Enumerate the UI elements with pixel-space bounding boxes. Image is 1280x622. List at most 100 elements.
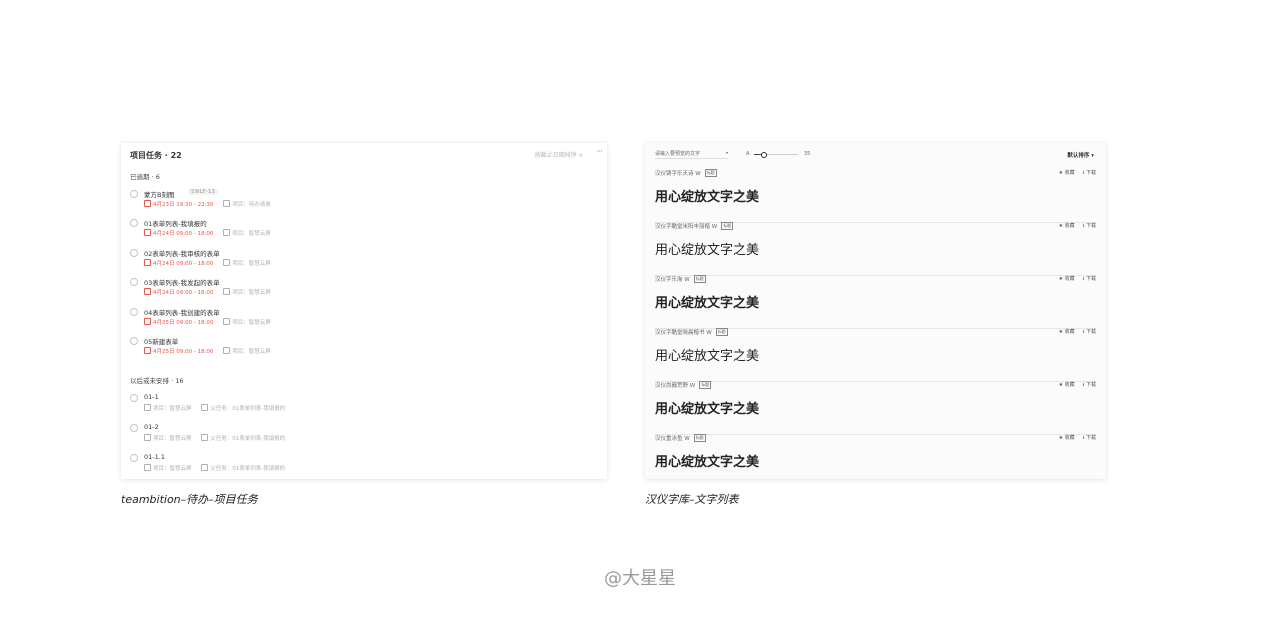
task-project: 项目：智慧云屏: [232, 261, 271, 267]
project-icon: [223, 318, 231, 325]
task-checkbox[interactable]: [130, 190, 138, 198]
task-checkbox[interactable]: [130, 249, 138, 257]
task-checkbox[interactable]: [130, 219, 138, 227]
download-button[interactable]: ⭳ 下载: [1083, 276, 1096, 282]
preview-text-input[interactable]: 请输入要预览的文字 ▾: [655, 150, 728, 159]
font-actions: ★ 收藏 ⭳ 下载: [1051, 328, 1096, 337]
project-icon: [223, 347, 231, 354]
task-item[interactable]: 01-1 项目：智慧云屏 父任务：01表单列表-我填报的: [130, 393, 590, 417]
hanyi-font-list-panel: 请输入要预览的文字 ▾ A 35 默认排序 ▾ 汉仪铸字乐天诗 W 标题 ★ 收藏…: [645, 143, 1106, 479]
task-meta: 4月24日 09:00 - 18:00 项目：智慧云屏: [144, 259, 271, 267]
task-item[interactable]: 03表单列表-我发起的表单 4月24日 09:00 - 18:00 项目：智慧云…: [130, 277, 590, 301]
task-parent: 父任务：01表单列表-我填报的: [210, 466, 286, 472]
calendar-icon: [144, 200, 151, 207]
download-button[interactable]: ⭳ 下载: [1083, 170, 1096, 176]
sort-dropdown[interactable]: 按截止日期排序 ∨: [535, 150, 583, 159]
font-badge: 标题: [693, 434, 706, 442]
collect-button[interactable]: ★ 收藏: [1059, 223, 1075, 229]
task-checkbox[interactable]: [130, 278, 138, 286]
font-actions: ★ 收藏 ⭳ 下载: [1051, 434, 1096, 443]
font-badge: 标题: [721, 222, 734, 230]
collect-button[interactable]: ★ 收藏: [1059, 382, 1075, 388]
task-date: 4月23日 19:30 - 22:30: [153, 202, 214, 208]
task-project: 项目：智慧云屏: [232, 290, 271, 296]
caption-right: 汉仪字库–文字列表: [645, 493, 739, 506]
download-button[interactable]: ⭳ 下载: [1083, 223, 1096, 229]
font-list-item[interactable]: 汉仪铸字乐天诗 W 标题 ★ 收藏 ⭳ 下载 用心绽放文字之美: [655, 169, 1096, 223]
task-name: 04表单列表-我创建的表单: [144, 309, 220, 317]
task-checkbox[interactable]: [130, 337, 138, 345]
subtask-icon: [201, 434, 209, 441]
task-item[interactable]: 蒙方B刻图 59ILF-13 4月23日 19:30 - 22:30 项目：待办…: [130, 189, 590, 213]
project-icon: [223, 259, 231, 266]
task-item[interactable]: 01-2 项目：智慧云屏 父任务：01表单列表-我填报的: [130, 423, 590, 447]
font-name: 汉仪尚巍荒野 W 标题: [655, 381, 712, 389]
collect-button[interactable]: ★ 收藏: [1059, 435, 1075, 441]
font-list-item[interactable]: 汉仪字酷堂米阳丰丽楷 W 标题 ★ 收藏 ⭳ 下载 用心绽放文字之美: [655, 222, 1096, 276]
task-name: 蒙方B刻图: [144, 191, 175, 199]
calendar-icon: [144, 288, 151, 295]
task-project: 项目：智慧云屏: [153, 406, 192, 412]
calendar-icon: [144, 259, 151, 266]
task-checkbox[interactable]: [130, 424, 138, 432]
task-project: 项目：智慧云屏: [232, 349, 271, 355]
font-list-item[interactable]: 汉仪字乐淘 W 标题 ★ 收藏 ⭳ 下载 用心绽放文字之美: [655, 275, 1096, 329]
task-meta: 4月25日 09:00 - 18:00 项目：智慧云屏: [144, 347, 271, 355]
task-item[interactable]: 02表单列表-我审核的表单 4月24日 09:00 - 18:00 项目：智慧云…: [130, 248, 590, 272]
font-badge: 标题: [693, 275, 706, 283]
collect-button[interactable]: ★ 收藏: [1059, 170, 1075, 176]
task-parent: 父任务：01表单列表-我填报的: [210, 436, 286, 442]
font-size-slider-handle[interactable]: [761, 152, 767, 158]
project-icon: [223, 229, 231, 236]
task-checkbox[interactable]: [130, 308, 138, 316]
font-name: 汉仪铸字乐天诗 W 标题: [655, 169, 717, 177]
font-name: 汉仪字酷堂晓晨楷书 W 标题: [655, 328, 728, 336]
group-header-later[interactable]: 以后或未安排 · 16: [130, 375, 183, 385]
task-date: 4月24日 09:00 - 18:00: [153, 231, 214, 237]
task-checkbox[interactable]: [130, 394, 138, 402]
task-name: 03表单列表-我发起的表单: [144, 279, 220, 287]
task-tag: 59ILF-13: [188, 189, 218, 195]
font-actions: ★ 收藏 ⭳ 下载: [1051, 169, 1096, 178]
task-meta: 项目：智慧云屏 父任务：01表单列表-我填报的: [144, 404, 285, 412]
download-button[interactable]: ⭳ 下载: [1083, 329, 1096, 335]
font-actions: ★ 收藏 ⭳ 下载: [1051, 381, 1096, 390]
font-actions: ★ 收藏 ⭳ 下载: [1051, 275, 1096, 284]
font-sample: 用心绽放文字之美: [655, 402, 760, 417]
font-name: 汉仪字酷堂米阳丰丽楷 W 标题: [655, 222, 734, 230]
task-date: 4月24日 09:00 - 18:00: [153, 261, 214, 267]
subtask-icon: [201, 404, 209, 411]
project-icon: [144, 404, 151, 411]
task-name: 02表单列表-我审核的表单: [144, 250, 220, 258]
font-list-item[interactable]: 汉仪尚巍荒野 W 标题 ★ 收藏 ⭳ 下载 用心绽放文字之美: [655, 381, 1096, 435]
sort-dropdown[interactable]: 默认排序 ▾: [1067, 151, 1094, 159]
task-date: 4月25日 09:00 - 18:00: [153, 349, 214, 355]
chevron-down-icon[interactable]: ▾: [726, 150, 728, 155]
task-item[interactable]: 01表单列表-我填报的 4月24日 09:00 - 18:00 项目：智慧云屏: [130, 218, 590, 242]
collect-button[interactable]: ★ 收藏: [1059, 329, 1075, 335]
task-meta: 4月23日 19:30 - 22:30 项目：待办清单: [144, 200, 271, 208]
author-watermark: @大星星: [604, 568, 676, 589]
task-name: 05新建表单: [144, 338, 179, 346]
collect-button[interactable]: ★ 收藏: [1059, 276, 1075, 282]
task-project: 项目：智慧云屏: [232, 231, 271, 237]
task-meta: 项目：智慧云屏 父任务：01表单列表-我填报的: [144, 434, 285, 442]
task-item[interactable]: 05新建表单 4月25日 09:00 - 18:00 项目：智慧云屏: [130, 336, 590, 360]
calendar-icon: [144, 347, 151, 354]
download-button[interactable]: ⭳ 下载: [1083, 382, 1096, 388]
more-icon[interactable]: ···: [596, 147, 603, 157]
task-name: 01-1.1: [144, 453, 165, 461]
font-list-item[interactable]: 汉仪重冰鱼 W 标题 ★ 收藏 ⭳ 下载 用心绽放文字之美: [655, 434, 1096, 479]
task-checkbox[interactable]: [130, 454, 138, 462]
task-project: 项目：智慧云屏: [153, 436, 192, 442]
task-item[interactable]: 01-1.1 项目：智慧云屏 父任务：01表单列表-我填报的: [130, 453, 590, 477]
task-name: 01-1: [144, 393, 159, 401]
group-header-overdue[interactable]: 已逾期 · 6: [130, 171, 160, 181]
font-size-label: A: [746, 151, 750, 157]
task-date: 4月24日 09:00 - 18:00: [153, 290, 214, 296]
task-item[interactable]: 04表单列表-我创建的表单 4月25日 09:00 - 18:00 项目：智慧云…: [130, 307, 590, 331]
project-icon: [144, 464, 151, 471]
font-list-item[interactable]: 汉仪字酷堂晓晨楷书 W 标题 ★ 收藏 ⭳ 下载 用心绽放文字之美: [655, 328, 1096, 382]
caption-left: teambition–待办–项目任务: [121, 493, 258, 506]
download-button[interactable]: ⭳ 下载: [1083, 435, 1096, 441]
